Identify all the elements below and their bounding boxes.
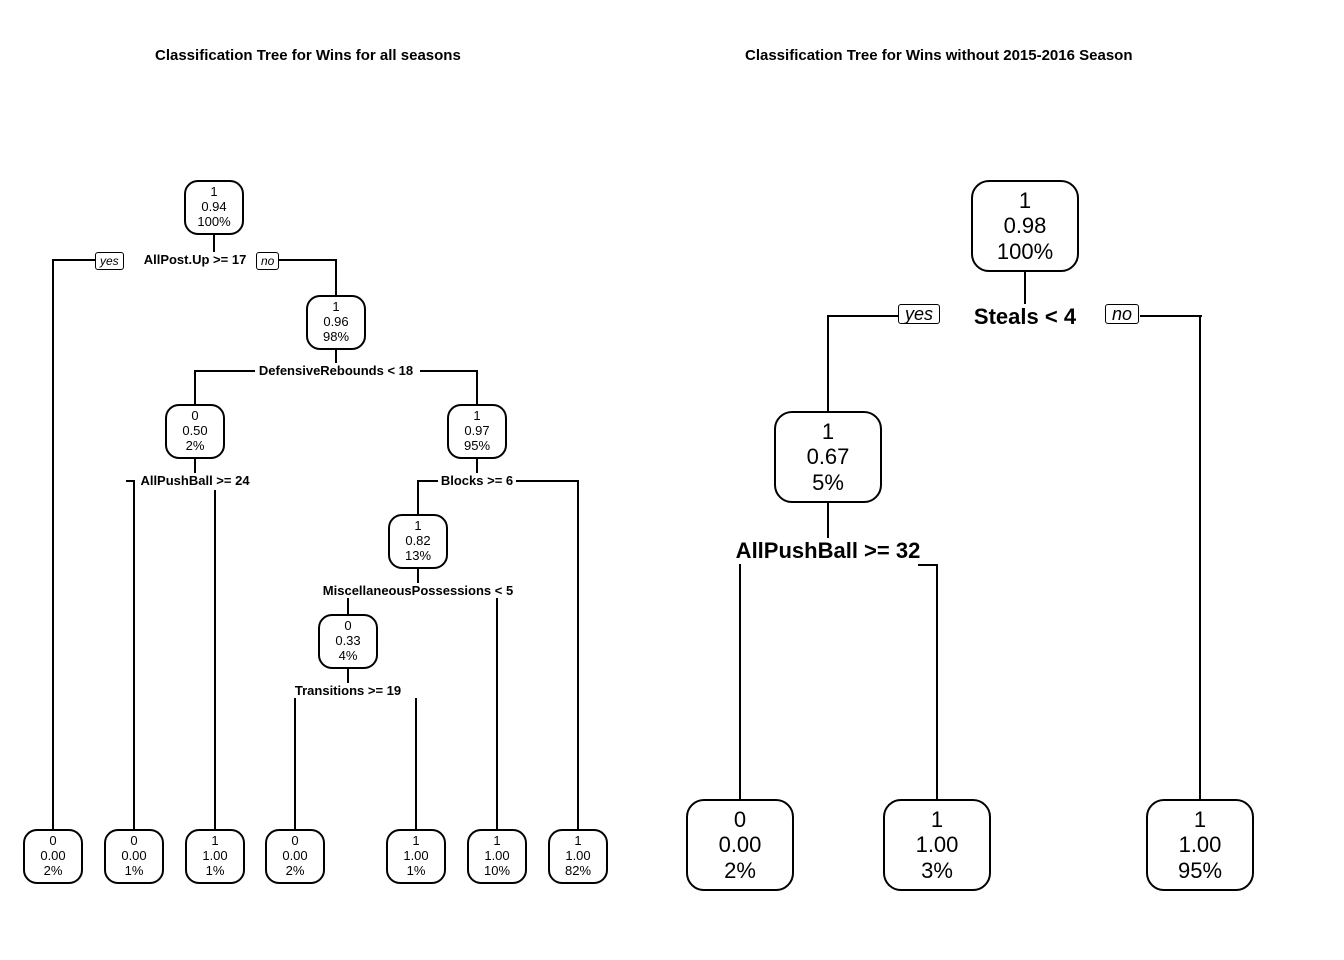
diagram-canvas: Classification Tree for Wins for all sea… bbox=[0, 0, 1344, 960]
no-label: no bbox=[1105, 304, 1139, 324]
yes-label: yes bbox=[95, 252, 124, 270]
split-label: AllPushBall >= 32 bbox=[734, 538, 923, 564]
yes-label: yes bbox=[898, 304, 940, 324]
tree-node: 1 0.67 5% bbox=[774, 411, 882, 503]
tree-leaf: 0 0.00 2% bbox=[23, 829, 83, 884]
tree-leaf: 1 1.00 82% bbox=[548, 829, 608, 884]
tree-leaf: 1 1.00 1% bbox=[386, 829, 446, 884]
tree-leaf: 1 1.00 10% bbox=[467, 829, 527, 884]
tree-leaf: 0 0.00 2% bbox=[686, 799, 794, 891]
tree-leaf: 0 0.00 2% bbox=[265, 829, 325, 884]
tree-leaf: 1 1.00 95% bbox=[1146, 799, 1254, 891]
tree-node: 1 0.94 100% bbox=[184, 180, 244, 235]
tree-node: 0 0.33 4% bbox=[318, 614, 378, 669]
split-label: Transitions >= 19 bbox=[293, 683, 403, 698]
split-label: AllPost.Up >= 17 bbox=[142, 252, 249, 267]
tree-node: 1 0.98 100% bbox=[971, 180, 1079, 272]
split-label: MiscellaneousPossessions < 5 bbox=[321, 583, 515, 598]
no-label: no bbox=[256, 252, 279, 270]
right-tree-title: Classification Tree for Wins without 201… bbox=[745, 47, 1133, 64]
split-label: Steals < 4 bbox=[972, 304, 1078, 330]
tree-node: 1 0.96 98% bbox=[306, 295, 366, 350]
tree-leaf: 0 0.00 1% bbox=[104, 829, 164, 884]
tree-node: 1 0.82 13% bbox=[388, 514, 448, 569]
tree-node: 1 0.97 95% bbox=[447, 404, 507, 459]
split-label: DefensiveRebounds < 18 bbox=[257, 363, 415, 378]
tree-leaf: 1 1.00 1% bbox=[185, 829, 245, 884]
split-label: AllPushBall >= 24 bbox=[138, 473, 251, 488]
left-tree-title: Classification Tree for Wins for all sea… bbox=[155, 47, 461, 64]
tree-leaf: 1 1.00 3% bbox=[883, 799, 991, 891]
split-label: Blocks >= 6 bbox=[439, 473, 515, 488]
tree-node: 0 0.50 2% bbox=[165, 404, 225, 459]
